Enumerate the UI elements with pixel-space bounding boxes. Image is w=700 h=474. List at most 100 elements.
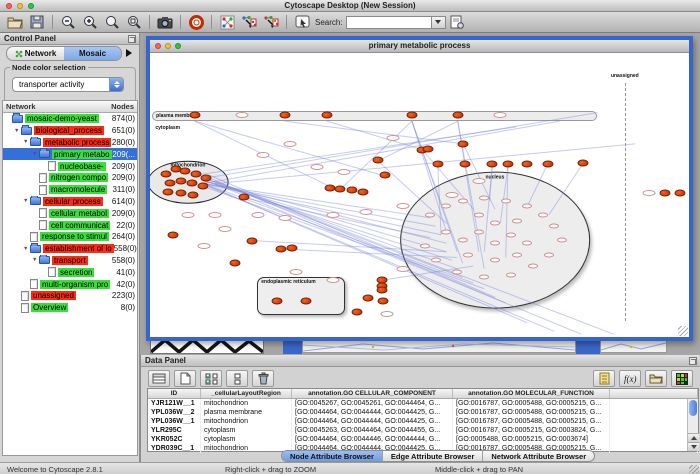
network-node[interactable]: [487, 160, 498, 167]
label-node[interactable]: [397, 266, 410, 272]
network-node[interactable]: [162, 188, 173, 195]
layout-nodes-icon[interactable]: [239, 14, 259, 31]
label-node[interactable]: [208, 212, 221, 218]
nucleus-node[interactable]: [506, 272, 516, 277]
function-builder-icon[interactable]: f(x): [619, 370, 641, 387]
network-node[interactable]: [230, 259, 241, 266]
float-panel-icon[interactable]: [128, 35, 136, 43]
network-node[interactable]: [351, 308, 362, 315]
network-node[interactable]: [406, 112, 417, 119]
tree-row[interactable]: nitrogen compo209(0): [3, 172, 137, 184]
network-node[interactable]: [176, 190, 187, 197]
network-node[interactable]: [321, 112, 332, 119]
network-node[interactable]: [674, 190, 685, 197]
tab-mosaic[interactable]: Mosaic: [64, 47, 121, 60]
scroll-down-icon[interactable]: [688, 442, 699, 451]
nucleus-node[interactable]: [425, 212, 435, 217]
tree-row[interactable]: unassigned223(0): [3, 290, 137, 302]
nucleus-node[interactable]: [431, 258, 441, 263]
nucleus-node[interactable]: [441, 204, 451, 209]
tree-row[interactable]: transport558(0): [3, 255, 137, 267]
tree-row[interactable]: biological_process651(0): [3, 125, 137, 137]
tree-row[interactable]: multi-organism pro42(0): [3, 278, 137, 290]
network-node[interactable]: [272, 297, 283, 304]
network-node[interactable]: [659, 190, 670, 197]
nucleus-node[interactable]: [463, 252, 473, 257]
expand-arrow-icon[interactable]: [32, 151, 39, 157]
search-config-icon[interactable]: [447, 14, 467, 31]
tab-network[interactable]: Network: [7, 47, 64, 60]
nucleus-node[interactable]: [474, 212, 484, 217]
tree-row[interactable]: establishment of lo558(0): [3, 243, 137, 255]
layout-edges-icon[interactable]: [261, 14, 281, 31]
nucleus-node[interactable]: [557, 238, 567, 243]
network-node[interactable]: [164, 179, 175, 186]
label-node[interactable]: [327, 277, 340, 283]
label-node[interactable]: [338, 169, 351, 175]
attribute-table-icon[interactable]: [148, 370, 170, 387]
label-node[interactable]: [445, 192, 458, 198]
nucleus-node[interactable]: [452, 269, 462, 274]
attribute-legend-icon[interactable]: [593, 370, 615, 387]
network-node[interactable]: [279, 112, 290, 119]
nucleus-node[interactable]: [441, 229, 451, 234]
unselect-attributes-icon[interactable]: [226, 370, 248, 387]
nucleus-node[interactable]: [512, 252, 522, 257]
network-node[interactable]: [423, 145, 434, 152]
tree-row[interactable]: metabolic process280(0): [3, 137, 137, 149]
help-lifesaver-icon[interactable]: [186, 14, 206, 31]
label-node[interactable]: [181, 212, 194, 218]
open-session-icon[interactable]: [5, 14, 25, 31]
network-window-titlebar[interactable]: primary metabolic process: [150, 40, 689, 53]
label-node[interactable]: [197, 243, 210, 249]
network-node[interactable]: [502, 160, 513, 167]
network-node[interactable]: [188, 192, 199, 199]
nucleus-node[interactable]: [506, 232, 516, 237]
network-node[interactable]: [459, 160, 470, 167]
network-node[interactable]: [189, 112, 200, 119]
search-input[interactable]: [346, 16, 432, 29]
tree-row[interactable]: cellular metabol209(0): [3, 207, 137, 219]
label-node[interactable]: [251, 212, 264, 218]
network-node[interactable]: [377, 297, 388, 304]
network-node[interactable]: [542, 160, 553, 167]
zoom-selected-icon[interactable]: [124, 14, 144, 31]
label-node[interactable]: [219, 226, 232, 232]
expand-arrow-icon[interactable]: [14, 128, 21, 134]
label-node[interactable]: [257, 152, 270, 158]
nucleus-node[interactable]: [479, 195, 489, 200]
tree-row[interactable]: macromolecule311(0): [3, 184, 137, 196]
snapshot-camera-icon[interactable]: [155, 14, 175, 31]
nucleus-node[interactable]: [538, 212, 548, 217]
tab-edge-attribute-browser[interactable]: Edge Attribute Browser: [383, 451, 483, 461]
network-node[interactable]: [187, 179, 198, 186]
network-node[interactable]: [335, 186, 346, 193]
nucleus-node[interactable]: [522, 241, 532, 246]
network-node[interactable]: [432, 160, 443, 167]
node-color-dropdown[interactable]: transporter activity: [12, 77, 124, 92]
tab-network-attribute-browser[interactable]: Network Attribute Browser: [483, 451, 594, 461]
tree-row[interactable]: secretion41(0): [3, 266, 137, 278]
expand-arrow-icon[interactable]: [23, 246, 30, 252]
network-node[interactable]: [357, 188, 368, 195]
network-node[interactable]: [372, 156, 383, 163]
expand-arrow-icon[interactable]: [23, 198, 30, 204]
label-node[interactable]: [472, 178, 485, 184]
network-node[interactable]: [275, 246, 286, 253]
network-view-window[interactable]: primary metabolic process plasma membran…: [146, 36, 693, 341]
nucleus-node[interactable]: [458, 198, 468, 203]
tree-row[interactable]: Overview8(0): [3, 302, 137, 314]
network-node[interactable]: [176, 177, 187, 184]
tree-row[interactable]: mosaic-demo-yeast874(0): [3, 113, 137, 125]
label-node[interactable]: [284, 141, 297, 147]
tab-node-attribute-browser[interactable]: Node Attribute Browser: [282, 451, 383, 461]
network-node[interactable]: [180, 167, 191, 174]
zoom-fit-icon[interactable]: [102, 14, 122, 31]
network-node[interactable]: [362, 294, 373, 301]
annotation-select-icon[interactable]: [292, 14, 312, 31]
heatmap-matrix-icon[interactable]: [671, 370, 693, 387]
tree-row[interactable]: response to stimul264(0): [3, 231, 137, 243]
table-column-header[interactable]: annotation.GO MOLECULAR_FUNCTION: [453, 389, 610, 398]
network-node[interactable]: [300, 297, 311, 304]
nucleus-node[interactable]: [544, 252, 554, 257]
